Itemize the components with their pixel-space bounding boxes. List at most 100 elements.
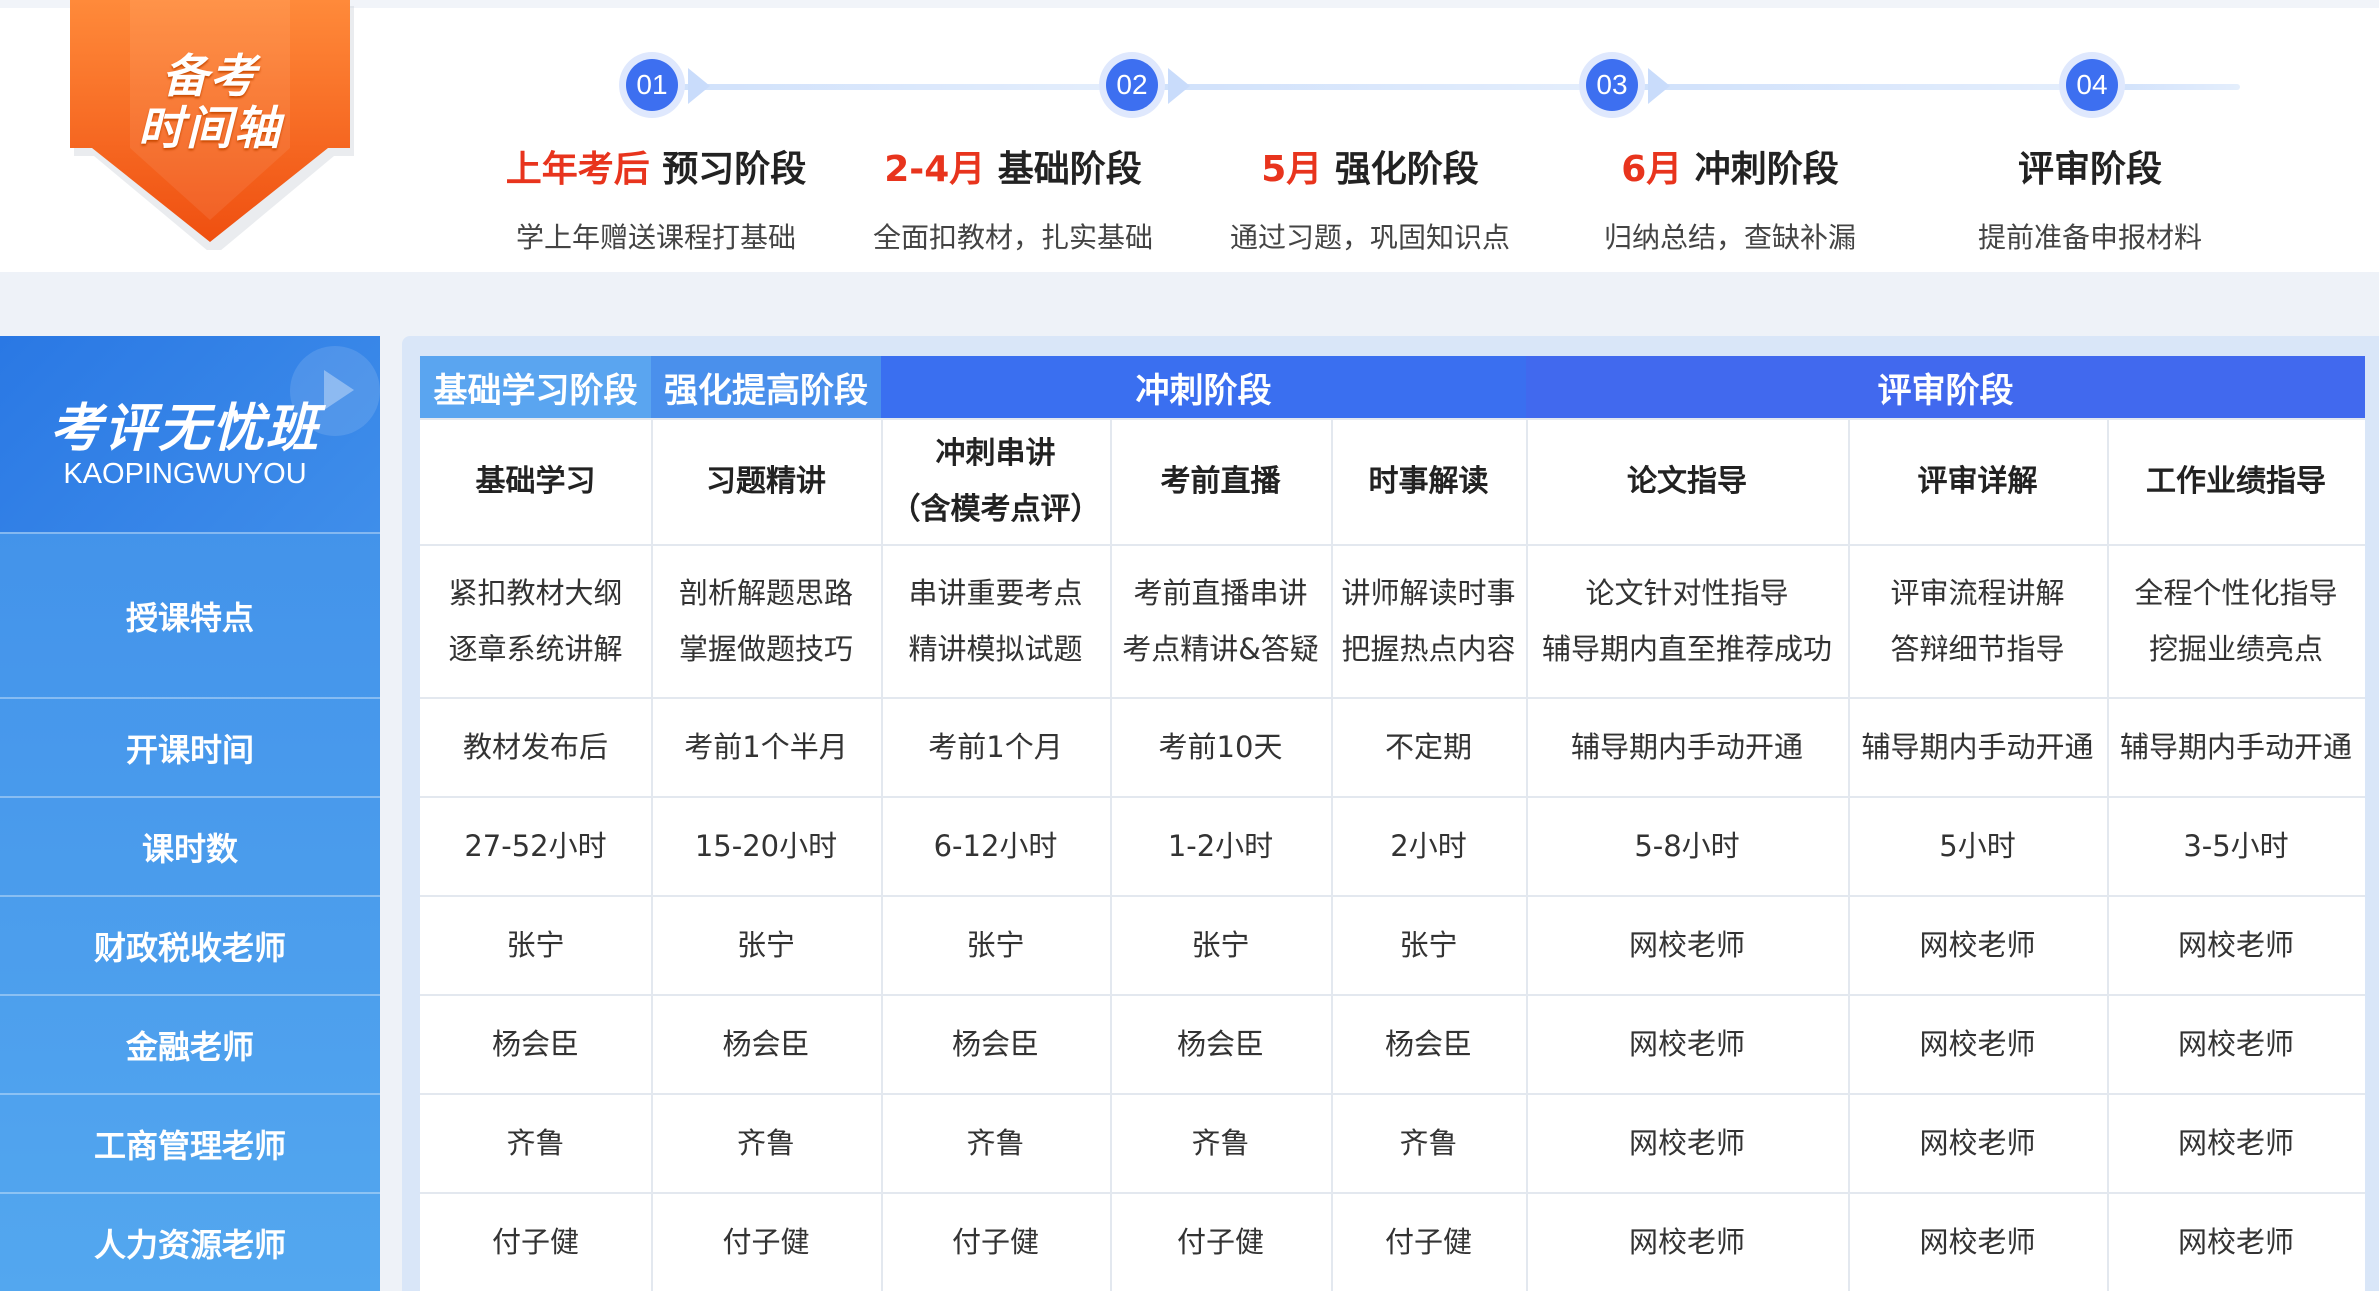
teacher-cell: 杨会臣	[651, 994, 881, 1093]
cell-text: 论文针对性指导	[1585, 575, 1789, 610]
timeline-stage: 5月 强化阶段 通过习题，巩固知识点	[1180, 140, 1560, 256]
timeline-connector	[1620, 84, 2080, 90]
timeline-stage: 上年考后 预习阶段学上年赠送课程打基础	[466, 140, 846, 256]
row-label: 金融老师	[0, 994, 380, 1093]
course-logo: 考评无忧班 KAOPINGWUYOU	[0, 336, 380, 532]
column-header: 考前直播	[1110, 420, 1331, 544]
cell-text: 网校老师	[1628, 1026, 1745, 1061]
cell-text: 张宁	[736, 927, 795, 962]
cell-text: 杨会臣	[1176, 1026, 1264, 1061]
timeline-connector	[660, 84, 1120, 90]
timeline-node: 03	[1579, 52, 1645, 118]
teacher-cell: 齐鲁	[651, 1093, 881, 1192]
column-header: 评审详解	[1848, 420, 2107, 544]
column-header: 工作业绩指导	[2107, 420, 2365, 544]
cell-text: 网校老师	[1919, 927, 2036, 962]
teacher-cell: 网校老师	[1526, 1192, 1848, 1291]
cell-text: 不定期	[1384, 729, 1472, 764]
cell-text: 逐章系统讲解	[448, 631, 623, 666]
cell-text: 张宁	[1191, 927, 1250, 962]
feature-cell: 剖析解题思路 掌握做题技巧	[651, 544, 881, 697]
column-header: 冲刺串讲 （含模考点评）	[881, 420, 1110, 544]
cell-text: 杨会臣	[722, 1026, 810, 1061]
stage-description: 通过习题，巩固知识点	[1229, 221, 1510, 254]
cell-text: 网校老师	[1628, 1224, 1745, 1259]
cell-text: 网校老师	[1919, 1224, 2036, 1259]
hours-cell: 2小时	[1331, 796, 1526, 895]
cell-text: 剖析解题思路	[678, 575, 853, 610]
teacher-cell: 付子健	[651, 1192, 881, 1291]
column-header: 习题精讲	[651, 420, 881, 544]
cell-text: 把握热点内容	[1341, 631, 1516, 666]
teacher-cell: 付子健	[1331, 1192, 1526, 1291]
teacher-cell: 齐鲁	[1331, 1093, 1526, 1192]
teacher-cell: 网校老师	[1526, 895, 1848, 994]
teacher-cell: 张宁	[651, 895, 881, 994]
cell-text: 1-2小时	[1167, 828, 1274, 863]
timeline-badge: 备考 时间轴	[60, 0, 360, 250]
cell-text: 串讲重要考点	[908, 575, 1083, 610]
stage-title: 上年考后 预习阶段	[466, 140, 846, 192]
timeline-node-number: 02	[1106, 59, 1158, 111]
feature-cell: 紧扣教材大纲 逐章系统讲解	[420, 544, 651, 697]
timeline-node: 02	[1099, 52, 1165, 118]
cell-text: 齐鲁	[736, 1125, 795, 1160]
start-time-cell: 辅导期内手动开通	[2107, 697, 2365, 796]
cell-text: 3-5小时	[2183, 828, 2289, 863]
cell-text: 网校老师	[1919, 1026, 2036, 1061]
start-time-cell: 辅导期内手动开通	[1526, 697, 1848, 796]
cell-text: 5-8小时	[1634, 828, 1740, 863]
teacher-cell: 网校老师	[1848, 994, 2107, 1093]
cell-text: 考前1个月	[928, 729, 1063, 764]
cell-text: 基础学习	[475, 464, 596, 499]
stage-title-text: 基础阶段	[985, 149, 1142, 190]
cell-text: 网校老师	[1628, 927, 1745, 962]
hours-cell: 5小时	[1848, 796, 2107, 895]
timeline-connector	[1140, 84, 1600, 90]
cell-text: 紧扣教材大纲	[448, 575, 623, 610]
hours-cell: 3-5小时	[2107, 796, 2365, 895]
start-time-cell: 考前1个半月	[651, 697, 881, 796]
cell-text: 网校老师	[1628, 1125, 1745, 1160]
cell-text: 辅导期内直至推荐成功	[1541, 631, 1832, 666]
stage-description: 全面扣教材，扎实基础	[872, 221, 1153, 254]
timeline-arrow-icon	[1648, 68, 1670, 104]
teacher-cell: 网校老师	[1526, 1093, 1848, 1192]
timeline-stage: 2-4月 基础阶段 全面扣教材，扎实基础	[823, 140, 1203, 256]
cell-text: 网校老师	[2177, 1224, 2294, 1259]
stage-description: 学上年赠送课程打基础	[515, 221, 796, 254]
teacher-cell: 网校老师	[1848, 1093, 2107, 1192]
cell-text: 考前1个半月	[684, 729, 848, 764]
cell-text: 27-52小时	[464, 828, 607, 863]
cell-text: 教材发布后	[462, 729, 608, 764]
start-time-cell: 考前10天	[1110, 697, 1331, 796]
feature-cell: 评审流程讲解 答辩细节指导	[1848, 544, 2107, 697]
phase-header: 强化提高阶段	[651, 356, 881, 418]
timeline-node-number: 01	[626, 59, 678, 111]
row-label: 财政税收老师	[0, 895, 380, 994]
teacher-cell: 网校老师	[2107, 895, 2365, 994]
cell-text: 评审详解	[1917, 464, 2038, 499]
feature-cell: 讲师解读时事 把握热点内容	[1331, 544, 1526, 697]
stage-description: 提前准备申报材料	[1977, 221, 2202, 254]
cell-text: 付子健	[951, 1224, 1039, 1259]
cell-text: 张宁	[966, 927, 1025, 962]
teacher-cell: 网校老师	[1848, 895, 2107, 994]
feature-cell: 考前直播串讲 考点精讲&答疑	[1110, 544, 1331, 697]
teacher-cell: 齐鲁	[1110, 1093, 1331, 1192]
cell-text: 全程个性化指导	[2134, 575, 2338, 610]
cell-text: （含模考点评）	[890, 492, 1101, 527]
cell-text: 付子健	[491, 1224, 579, 1259]
feature-cell: 论文针对性指导辅导期内直至推荐成功	[1526, 544, 1848, 697]
cell-text: 齐鲁	[1399, 1125, 1458, 1160]
teacher-cell: 付子健	[881, 1192, 1110, 1291]
row-label: 开课时间	[0, 697, 380, 796]
timeline-node-number: 04	[2066, 59, 2118, 111]
cell-text: 网校老师	[2177, 927, 2294, 962]
cell-text: 张宁	[1399, 927, 1458, 962]
timeline-stage: 评审阶段 提前准备申报材料	[1900, 140, 2280, 256]
stage-title-text: 预习阶段	[649, 149, 807, 190]
cell-text: 2小时	[1390, 828, 1467, 863]
cell-text: 杨会臣	[951, 1026, 1039, 1061]
row-label: 人力资源老师	[0, 1192, 380, 1291]
